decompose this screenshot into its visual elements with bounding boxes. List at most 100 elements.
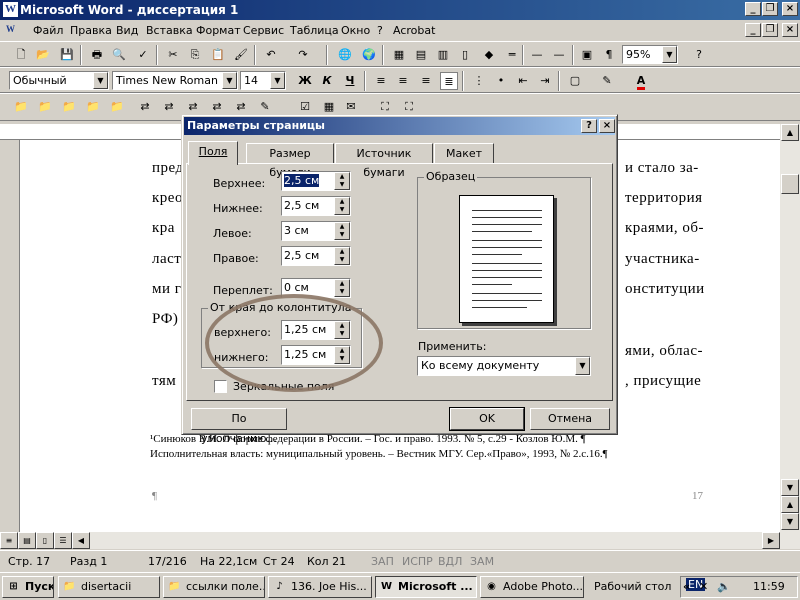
restore-button[interactable]: ❐ [762,2,778,16]
doc-close-button[interactable]: × [782,23,798,37]
lines-icon[interactable]: ═ [503,46,521,64]
copy-icon[interactable]: ⎘ [186,46,204,64]
minimize-button[interactable]: _ [745,2,761,16]
save-icon[interactable]: 💾 [58,46,76,64]
status-trk[interactable]: ИСПР [402,555,433,568]
spin-arrows-icon[interactable]: ▲ ▼ [334,197,350,215]
left-margin-input[interactable]: 3 см ▲ ▼ [281,221,351,241]
justify-icon[interactable]: ≣ [440,72,458,90]
right-margin-input[interactable]: 2,5 см ▲ ▼ [281,246,351,266]
bullets-icon[interactable]: • [492,72,510,90]
tab-layout[interactable]: Макет [434,143,494,164]
italic-button[interactable]: К [318,72,336,90]
borders-icon[interactable]: ▢ [566,72,584,90]
spin-arrows-icon[interactable]: ▲ ▼ [334,346,350,364]
menu-window[interactable]: Окно [341,24,370,37]
highlight-icon[interactable]: ✎ [598,72,616,90]
ok-button[interactable]: OK [449,407,525,431]
document-map-icon[interactable]: ▣ [578,46,596,64]
web-toolbar-icon[interactable]: 🌍 [360,46,378,64]
menu-table[interactable]: Таблица [290,24,339,37]
align-center-icon[interactable]: ≡ [394,72,412,90]
doc-restore-button[interactable]: ❐ [762,23,778,37]
scroll-thumb[interactable] [781,174,799,194]
track-icon[interactable]: ⇄ [136,98,154,116]
help-icon[interactable]: ? [690,46,708,64]
network-icon[interactable]: ✕ [699,580,708,593]
style-select[interactable]: Обычный ▼ [9,71,109,90]
menu-help[interactable]: ? [377,24,383,37]
scroll-right-icon[interactable]: ▶ [762,532,780,549]
vertical-scrollbar[interactable]: ▲ ▼ ▲ ▼ [780,124,800,532]
task-photoshop[interactable]: ◉ Adobe Photo... [480,576,584,598]
doc-minimize-button[interactable]: _ [745,23,761,37]
tab-paper-size[interactable]: Размер бумаги [246,143,334,179]
open-icon[interactable]: 📂 [34,46,52,64]
status-ovr[interactable]: ЗАМ [470,555,494,568]
spin-arrows-icon[interactable]: ▲ ▼ [334,247,350,265]
redo-icon[interactable]: ↷ [294,46,312,64]
zoom-select[interactable]: 95% ▼ [622,45,678,64]
folder-icon[interactable]: 📁 [12,98,30,116]
menu-file[interactable]: Файл [33,24,63,37]
normal-view-icon[interactable]: ≡ [0,532,18,549]
tables-borders-icon[interactable]: ▦ [390,46,408,64]
font-color-icon[interactable]: A [632,72,650,90]
insert-excel-icon[interactable]: ▥ [434,46,452,64]
tab-margins[interactable]: Поля [188,141,238,165]
show-hide-icon[interactable]: ¶ [600,46,618,64]
scroll-up-icon[interactable]: ▲ [781,124,799,141]
menu-edit[interactable]: Правка [70,24,112,37]
chevron-icon[interactable]: « [683,580,690,593]
folder5-icon[interactable]: 📁 [108,98,126,116]
decrease-indent-icon[interactable]: ⇤ [514,72,532,90]
spelling-icon[interactable]: ✓ [134,46,152,64]
mirror-margins-checkbox[interactable] [214,380,227,393]
status-rec[interactable]: ЗАП [371,555,394,568]
bold-button[interactable]: Ж [296,72,314,90]
insert-table-icon[interactable]: ▤ [412,46,430,64]
spin-arrows-icon[interactable]: ▲ ▼ [334,222,350,240]
spin-arrows-icon[interactable]: ▲ ▼ [334,321,350,339]
web-view-icon[interactable]: ▤ [18,532,36,549]
task-links[interactable]: 📁 ссылки поле... [163,576,265,598]
task-disertacii[interactable]: 📁 disertacii [58,576,160,598]
footer-distance-input[interactable]: 1,25 см ▲ ▼ [281,345,351,365]
task-joe-his[interactable]: ♪ 136. Joe His... [268,576,372,598]
drawing-icon[interactable]: ◆ [480,46,498,64]
outline-view-icon[interactable]: ☰ [54,532,72,549]
close-button[interactable]: × [782,2,798,16]
tab-paper-source[interactable]: Источник бумаги [335,143,433,179]
gutter-input[interactable]: 0 см ▲ ▼ [281,278,351,298]
dialog-help-button[interactable]: ? [581,119,597,133]
task-word[interactable]: W Microsoft ... [375,576,477,598]
align-right-icon[interactable]: ≡ [417,72,435,90]
doc-icon[interactable]: W [4,23,17,36]
top-margin-input[interactable]: 2,5 см ▲ ▼ [281,171,351,191]
increase-indent-icon[interactable]: ⇥ [536,72,554,90]
scroll-down-icon[interactable]: ▼ [781,479,799,496]
desktop-toolbar[interactable]: Рабочий стол [594,580,671,593]
align-line-icon[interactable]: — [528,46,546,64]
menu-view[interactable]: Вид [116,24,138,37]
cut-icon[interactable]: ✂ [164,46,182,64]
align-line2-icon[interactable]: — [550,46,568,64]
start-button[interactable]: ⊞ Пуск [2,576,54,598]
menu-format[interactable]: Формат [196,24,241,37]
prev-page-icon[interactable]: ▲ [781,496,799,513]
undo-icon[interactable]: ↶ [262,46,280,64]
print-view-icon[interactable]: ▯ [36,532,54,549]
menu-acrobat[interactable]: Acrobat [393,24,435,37]
menu-tools[interactable]: Сервис [243,24,284,37]
print-icon[interactable]: 🖶 [88,46,106,64]
track2-icon[interactable]: ⇄ [160,98,178,116]
header-distance-input[interactable]: 1,25 см ▲ ▼ [281,320,351,340]
dialog-close-button[interactable]: × [599,119,615,133]
apply-to-select[interactable]: Ко всему документу ▼ [417,356,591,376]
folder2-icon[interactable]: 📁 [36,98,54,116]
numbering-icon[interactable]: ⋮ [470,72,488,90]
spin-arrows-icon[interactable]: ▲ ▼ [334,172,350,190]
spin-arrows-icon[interactable]: ▲ ▼ [334,279,350,297]
status-ext[interactable]: ВДЛ [438,555,462,568]
underline-button[interactable]: Ч [341,72,359,90]
